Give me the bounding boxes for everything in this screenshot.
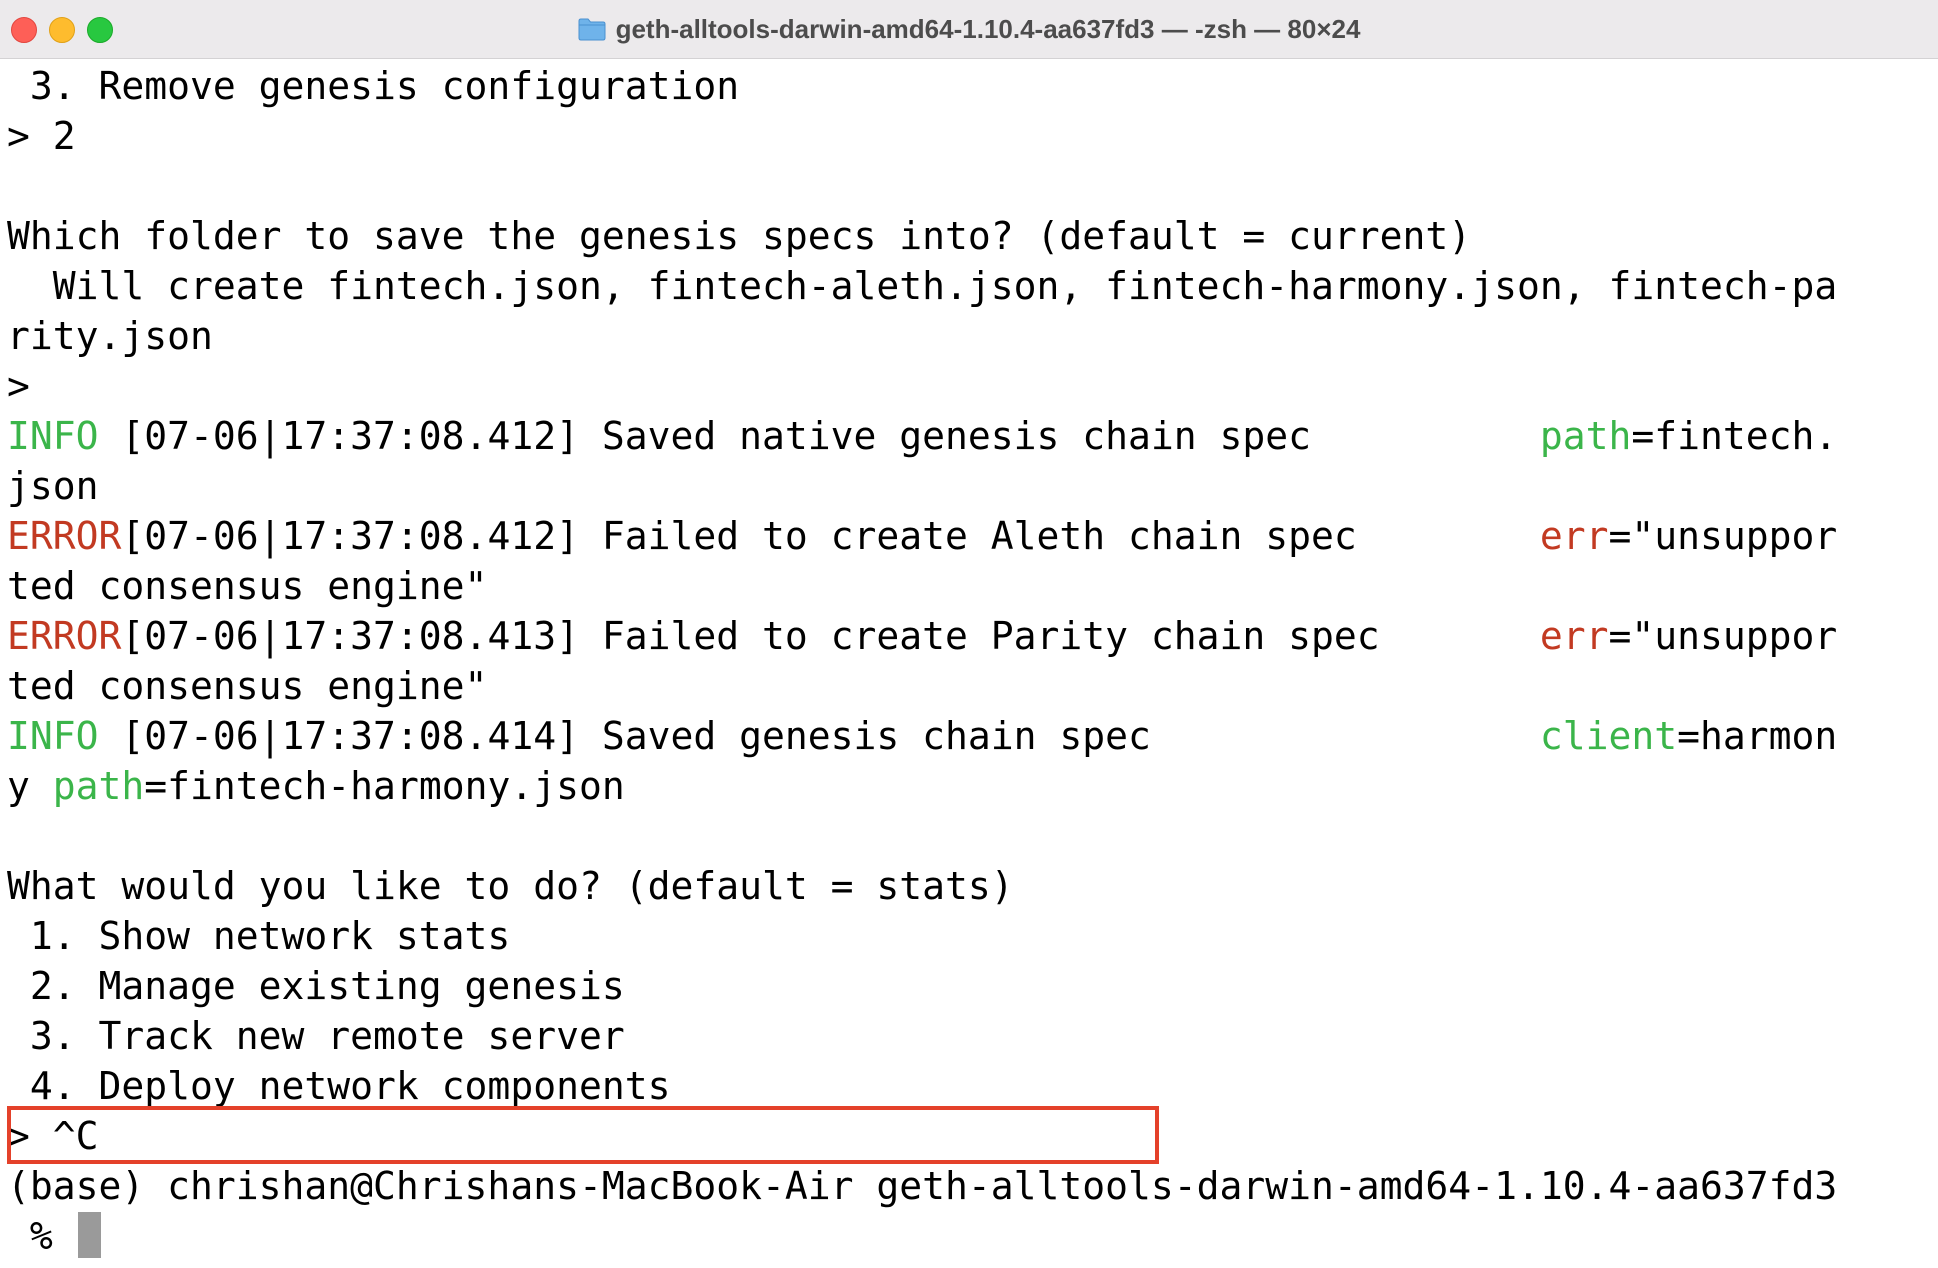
terminal-line: INFO [07-06|17:37:08.414] Saved genesis … xyxy=(7,711,1931,761)
terminal-text: [07-06|17:37:08.412] Saved native genesi… xyxy=(98,414,1540,458)
terminal-text: ted consensus engine" xyxy=(7,564,488,608)
terminal-text: What would you like to do? (default = st… xyxy=(7,864,1014,908)
prompt-symbol: % xyxy=(7,1214,76,1258)
terminal-line: ted consensus engine" xyxy=(7,561,1931,611)
terminal-line: (base) chrishan@Chrishans-MacBook-Air ge… xyxy=(7,1161,1931,1211)
terminal-text: ="unsuppor xyxy=(1608,614,1838,658)
window-title: geth-alltools-darwin-amd64-1.10.4-aa637f… xyxy=(615,13,1361,44)
info-token: path xyxy=(52,764,145,808)
info-token: client xyxy=(1539,714,1678,758)
terminal-text: 1. Show network stats xyxy=(7,914,511,958)
terminal-line: ERROR[07-06|17:37:08.413] Failed to crea… xyxy=(7,611,1931,661)
terminal-line: > 2 xyxy=(7,111,1931,161)
error-token: err xyxy=(1539,514,1609,558)
terminal-line: ERROR[07-06|17:37:08.412] Failed to crea… xyxy=(7,511,1931,561)
terminal-line: 1. Show network stats xyxy=(7,911,1931,961)
error-token: ERROR xyxy=(7,514,122,558)
info-token: INFO xyxy=(7,714,99,758)
terminal-output[interactable]: 3. Remove genesis configuration > 2 Which … xyxy=(7,61,1931,1261)
title-bar[interactable]: geth-alltools-darwin-amd64-1.10.4-aa637f… xyxy=(0,0,1938,59)
terminal-text: [07-06|17:37:08.413] Failed to create Pa… xyxy=(121,614,1540,658)
terminal-line: Will create fintech.json, fintech-aleth.… xyxy=(7,261,1931,311)
terminal-line: 4. Deploy network components xyxy=(7,1061,1931,1111)
terminal-line: ted consensus engine" xyxy=(7,661,1931,711)
text-cursor xyxy=(77,1212,101,1258)
terminal-text: > 2 xyxy=(7,114,76,158)
terminal-text: [07-06|17:37:08.412] Failed to create Al… xyxy=(121,514,1540,558)
terminal-text: 3. Track new remote server xyxy=(7,1014,625,1058)
terminal-text: =fintech. xyxy=(1631,414,1838,458)
terminal-line: 3. Track new remote server xyxy=(7,1011,1931,1061)
terminal-window: geth-alltools-darwin-amd64-1.10.4-aa637f… xyxy=(0,0,1938,1268)
terminal-line: y path=fintech-harmony.json xyxy=(7,761,1931,811)
terminal-text: 4. Deploy network components xyxy=(7,1064,671,1108)
terminal-text: =fintech-harmony.json xyxy=(144,764,625,808)
terminal-text: (base) chrishan@Chrishans-MacBook-Air ge… xyxy=(7,1164,1838,1208)
terminal-text: Will create fintech.json, fintech-aleth.… xyxy=(7,264,1838,308)
terminal-line: What would you like to do? (default = st… xyxy=(7,861,1931,911)
terminal-line: > xyxy=(7,361,1931,411)
terminal-text: ted consensus engine" xyxy=(7,664,488,708)
terminal-line: INFO [07-06|17:37:08.412] Saved native g… xyxy=(7,411,1931,461)
info-token: path xyxy=(1539,414,1632,458)
terminal-line: Which folder to save the genesis specs i… xyxy=(7,211,1931,261)
terminal-line: rity.json xyxy=(7,311,1931,361)
terminal-text: 2. Manage existing genesis xyxy=(7,964,625,1008)
error-token: err xyxy=(1539,614,1609,658)
terminal-text: > xyxy=(7,364,30,408)
terminal-text: Which folder to save the genesis specs i… xyxy=(7,214,1472,258)
prompt-line[interactable]: % xyxy=(7,1211,1931,1261)
title-wrap: geth-alltools-darwin-amd64-1.10.4-aa637f… xyxy=(0,0,1938,58)
terminal-text: y xyxy=(7,764,53,808)
terminal-line: 2. Manage existing genesis xyxy=(7,961,1931,1011)
error-token: ERROR xyxy=(7,614,122,658)
terminal-text: ="unsuppor xyxy=(1608,514,1838,558)
highlight-box xyxy=(7,1106,1159,1164)
terminal-text: rity.json xyxy=(7,314,213,358)
terminal-text: 3. Remove genesis configuration xyxy=(7,64,740,108)
terminal-line: json xyxy=(7,461,1931,511)
terminal-text: json xyxy=(7,464,99,508)
terminal-text: =harmon xyxy=(1677,714,1838,758)
info-token: INFO xyxy=(7,414,99,458)
terminal-text: [07-06|17:37:08.414] Saved genesis chain… xyxy=(98,714,1540,758)
folder-icon xyxy=(578,18,606,41)
terminal-line: 3. Remove genesis configuration xyxy=(7,61,1931,111)
